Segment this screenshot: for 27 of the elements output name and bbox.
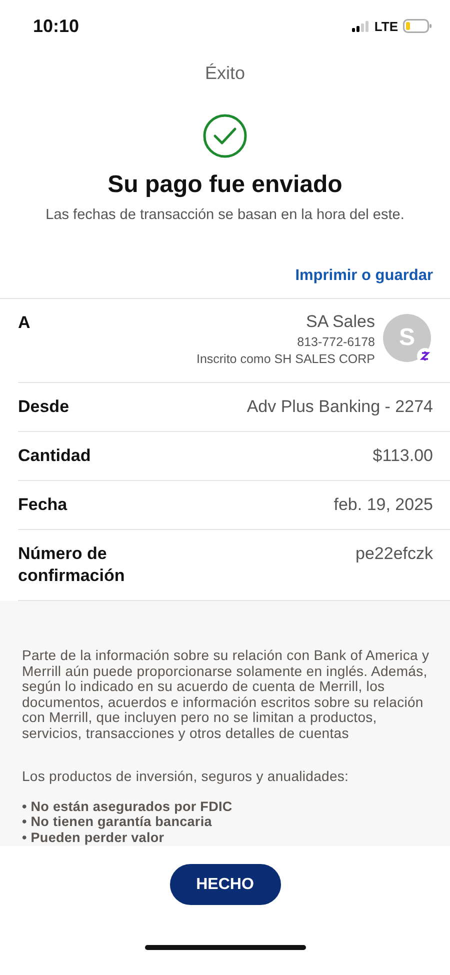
check-circle-icon <box>203 114 247 158</box>
payee-name: SA Sales <box>305 312 375 332</box>
detail-value: feb. 19, 2025 <box>334 494 433 516</box>
disclosure-text: Parte de la información sobre su relación con Bank of America y Merrill aún puede proporcionarse solamente en inglés. Además, según lo indicado en su acuerdo de cuenta de Merrill, los documentos, acuerdos e información escritos sobre su relación con Merrill, que incluyen pero no se limitan a productos, servicios, transacciones y otros detalles de cuentas <box>22 648 430 741</box>
bullet-text: • No tienen garantía bancaria <box>22 814 213 830</box>
timezone-note: Las fechas de transacción se basan en la hora del este. <box>44 207 406 223</box>
detail-value: $113.00 <box>372 445 433 467</box>
payee-enrolled-name: Inscrito como SH SALES CORP <box>196 352 375 366</box>
payee-phone: 813-772-6178 <box>296 335 375 349</box>
detail-label: Cantidad <box>18 445 91 467</box>
battery-icon <box>403 19 432 33</box>
print-link[interactable]: Imprimir o guardar <box>295 267 433 285</box>
bullet-text: • No están asegurados por FDIC <box>22 798 234 814</box>
success-heading: Su pago fue enviado <box>106 171 344 199</box>
detail-label: A <box>18 312 30 334</box>
signal-icon <box>352 20 370 32</box>
done-button[interactable]: HECHO <box>170 864 280 905</box>
disclosure-text: Los productos de inversión, seguros y anualidades: <box>22 769 350 784</box>
bullet-text: • Pueden perder valor <box>22 830 166 845</box>
detail-value: pe22efczk <box>356 543 433 565</box>
detail-value: Adv Plus Banking - 2274 <box>246 396 433 418</box>
detail-label: Fecha <box>18 494 68 516</box>
status-time: 10:10 <box>33 16 80 36</box>
page-title: Éxito <box>204 63 246 84</box>
detail-label: Desde <box>18 396 70 418</box>
detail-label: Número de confirmación <box>18 543 126 587</box>
network-label: LTE <box>374 18 398 34</box>
